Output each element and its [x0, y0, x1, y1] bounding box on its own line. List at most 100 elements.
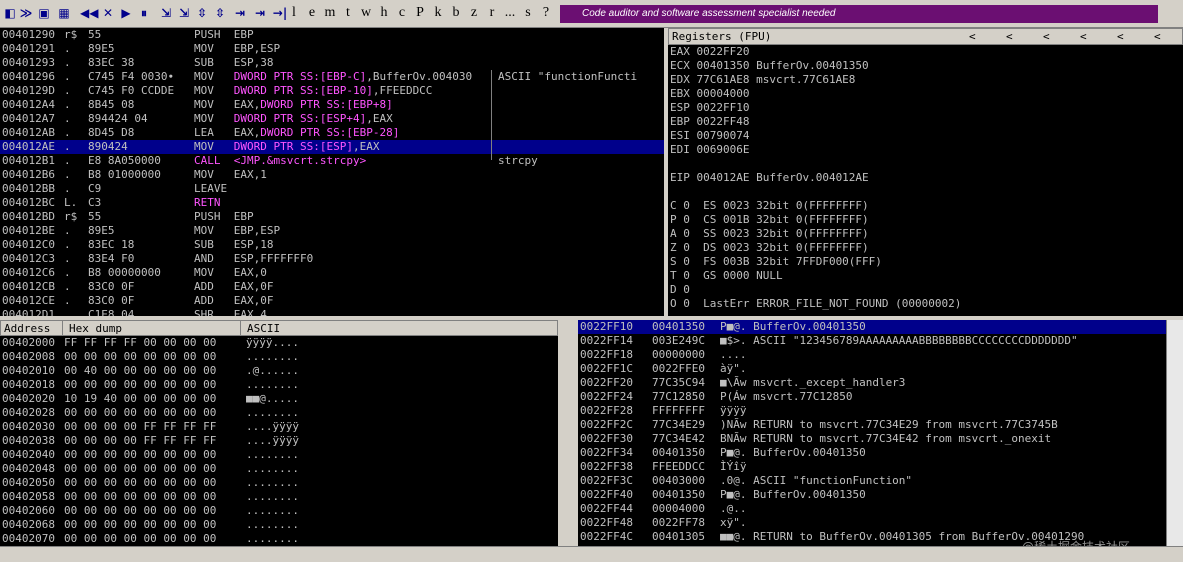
- toolbar-window-6[interactable]: c: [394, 4, 410, 22]
- toolbar-window-9[interactable]: b: [448, 4, 464, 22]
- register-line[interactable]: ESP 0022FF10: [670, 101, 749, 115]
- stack-pane[interactable]: 0022FF10 00401350 P■@. BufferOv.00401350 00…: [578, 320, 1166, 546]
- disasm-row[interactable]: 004012BD r$ 55 PUSH EBP: [0, 210, 664, 224]
- registers-arrow-button[interactable]: <: [1117, 29, 1124, 45]
- disasm-row[interactable]: 004012C3. 83E4 F0 AND ESP,FFFFFFF0: [0, 252, 664, 266]
- toolbar-window-2[interactable]: m: [322, 4, 338, 22]
- toolbar-button-0[interactable]: ◧: [2, 4, 18, 22]
- disasm-row[interactable]: 004012B6. B8 01000000 MOV EAX,1: [0, 168, 664, 182]
- toolbar-window-4[interactable]: w: [358, 4, 374, 22]
- dump-row[interactable]: 00402048 00 00 00 00 00 00 00 00........: [0, 462, 558, 476]
- dump-row[interactable]: 00402070 00 00 00 00 00 00 00 00........: [0, 532, 558, 546]
- toolbar-button-12[interactable]: ⇥: [232, 4, 248, 22]
- disasm-row[interactable]: 00401293. 83EC 38 SUB ESP,38: [0, 56, 664, 70]
- register-line[interactable]: Z 0 DS 0023 32bit 0(FFFFFFFF): [670, 241, 869, 255]
- register-line[interactable]: EBX 00004000: [670, 87, 749, 101]
- dump-row[interactable]: 00402000 FF FF FF FF 00 00 00 00 ÿÿÿÿ....: [0, 336, 558, 350]
- disasm-row[interactable]: 004012BB. C9 LEAVE: [0, 182, 664, 196]
- stack-scrollbar[interactable]: [1166, 320, 1183, 546]
- disasm-row[interactable]: 004012A7. 894424 04 MOV DWORD PTR SS:[ESP…: [0, 112, 664, 126]
- dump-col-ascii[interactable]: ASCII: [247, 321, 280, 337]
- stack-row[interactable]: 0022FF24 77C12850 P(Áw msvcrt.77C12850: [578, 390, 1166, 404]
- dump-row[interactable]: 00402030 00 00 00 00 FF FF FF FF ....ÿÿÿÿ: [0, 420, 558, 434]
- registers-arrow-button[interactable]: <: [1080, 29, 1087, 45]
- stack-row[interactable]: 0022FF44 00004000 .@..: [578, 502, 1166, 516]
- stack-row[interactable]: 0022FF18 00000000....: [578, 348, 1166, 362]
- stack-row[interactable]: 0022FF20 77C35C94 ■\Ãw msvcrt._except_hand…: [578, 376, 1166, 390]
- register-line[interactable]: P 0 CS 001B 32bit 0(FFFFFFFF): [670, 213, 869, 227]
- toolbar-button-13[interactable]: ⇥: [252, 4, 268, 22]
- register-line[interactable]: ESI 00790074: [670, 129, 749, 143]
- dump-row[interactable]: 00402028 00 00 00 00 00 00 00 00........: [0, 406, 558, 420]
- registers-arrow-button[interactable]: <: [969, 29, 976, 45]
- toolbar-button-10[interactable]: ⇳: [194, 4, 210, 22]
- disasm-row[interactable]: 004012D1. C1E8 04 SHR EAX,4: [0, 308, 664, 316]
- disasm-row[interactable]: 00401291. 89E5 MOV EBP,ESP: [0, 42, 664, 56]
- toolbar-button-7[interactable]: ⏸: [136, 4, 152, 22]
- disasm-row[interactable]: 004012CE. 83C0 0F ADD EAX,0F: [0, 294, 664, 308]
- disasm-row[interactable]: 004012C6. B8 00000000 MOV EAX,0: [0, 266, 664, 280]
- dump-row[interactable]: 00402058 00 00 00 00 00 00 00 00........: [0, 490, 558, 504]
- register-line[interactable]: O 0 LastErr ERROR_FILE_NOT_FOUND (000000…: [670, 297, 961, 311]
- toolbar-button-9[interactable]: ⇲: [176, 4, 192, 22]
- toolbar-button-3[interactable]: ▦: [56, 4, 72, 22]
- toolbar-window-0[interactable]: l: [286, 4, 302, 22]
- register-line[interactable]: C 0 ES 0023 32bit 0(FFFFFFFF): [670, 199, 869, 213]
- toolbar-window-11[interactable]: r: [484, 4, 500, 22]
- toolbar-window-14[interactable]: ?: [538, 4, 554, 22]
- toolbar-window-12[interactable]: ...: [502, 4, 518, 22]
- dump-row[interactable]: 00402040 00 00 00 00 00 00 00 00........: [0, 448, 558, 462]
- dump-row[interactable]: 00402018 00 00 00 00 00 00 00 00........: [0, 378, 558, 392]
- dump-row[interactable]: 00402008 00 00 00 00 00 00 00 00........: [0, 350, 558, 364]
- stack-row[interactable]: 0022FF14 003E249C ■$>. ASCII "123456789AAA…: [578, 334, 1166, 348]
- disasm-row[interactable]: 0040129D. C745 F0 CCDDE MOV DWORD PTR SS:…: [0, 84, 664, 98]
- disasm-row[interactable]: 004012C0. 83EC 18 SUB ESP,18: [0, 238, 664, 252]
- toolbar-window-13[interactable]: s: [520, 4, 536, 22]
- dump-row[interactable]: 00402060 00 00 00 00 00 00 00 00........: [0, 504, 558, 518]
- register-line[interactable]: EBP 0022FF48: [670, 115, 749, 129]
- toolbar-button-11[interactable]: ⇳: [212, 4, 228, 22]
- stack-row[interactable]: 0022FF10 00401350 P■@. BufferOv.00401350: [578, 320, 1166, 334]
- stack-row[interactable]: 0022FF1C 0022FFE0 àÿ".: [578, 362, 1166, 376]
- stack-row[interactable]: 0022FF28 FFFFFFFF ÿÿÿÿ: [578, 404, 1166, 418]
- disasm-row[interactable]: 004012AB. 8D45 D8 LEA EAX,DWORD PTR SS:[E…: [0, 126, 664, 140]
- disasm-row[interactable]: 004012A4. 8B45 08 MOV EAX,DWORD PTR SS:[E…: [0, 98, 664, 112]
- register-line[interactable]: EIP 004012AE BufferOv.004012AE: [670, 171, 869, 185]
- toolbar-window-5[interactable]: h: [376, 4, 392, 22]
- register-line[interactable]: EDI 0069006E: [670, 143, 749, 157]
- stack-row[interactable]: 0022FF30 77C34E42 BNÃw RETURN to msvcrt.77…: [578, 432, 1166, 446]
- register-line[interactable]: EDX 77C61AE8 msvcrt.77C61AE8: [670, 73, 855, 87]
- stack-row[interactable]: 0022FF3C 00403000 .0@. ASCII "functionFunc…: [578, 474, 1166, 488]
- registers-arrow-button[interactable]: <: [1006, 29, 1013, 45]
- toolbar-button-2[interactable]: ▣: [36, 4, 52, 22]
- dump-row[interactable]: 00402020 10 19 40 00 00 00 00 00 ■■@.....: [0, 392, 558, 406]
- banner-ad[interactable]: Code auditor and software assessment spe…: [560, 5, 1158, 23]
- disasm-row[interactable]: 004012CB. 83C0 0F ADD EAX,0F: [0, 280, 664, 294]
- registers-arrow-button[interactable]: <: [1154, 29, 1161, 45]
- stack-row[interactable]: 0022FF48 0022FF78 xÿ".: [578, 516, 1166, 530]
- register-line[interactable]: EAX 0022FF20: [670, 45, 749, 59]
- register-line[interactable]: T 0 GS 0000 NULL: [670, 269, 783, 283]
- dump-col-address[interactable]: Address: [4, 321, 50, 337]
- disasm-row[interactable]: 004012B1. E8 8A050000 CALL <JMP.&msvcrt.s…: [0, 154, 664, 168]
- stack-row[interactable]: 0022FF34 00401350 P■@. BufferOv.00401350: [578, 446, 1166, 460]
- toolbar-window-1[interactable]: e: [304, 4, 320, 22]
- disasm-row[interactable]: 004012BE. 89E5 MOV EBP,ESP: [0, 224, 664, 238]
- registers-header[interactable]: Registers (FPU) <<<<<<<<: [668, 28, 1183, 45]
- toolbar-button-4[interactable]: ◀◀: [80, 4, 98, 22]
- toolbar-button-1[interactable]: ≫: [18, 4, 34, 22]
- stack-row[interactable]: 0022FF2C 77C34E29)NÃw RETURN to msvcrt.77…: [578, 418, 1166, 432]
- dump-row[interactable]: 00402068 00 00 00 00 00 00 00 00........: [0, 518, 558, 532]
- toolbar-window-3[interactable]: t: [340, 4, 356, 22]
- stack-row[interactable]: 0022FF38 FFEEDDCC ÌÝîÿ: [578, 460, 1166, 474]
- stack-row[interactable]: 0022FF40 00401350 P■@. BufferOv.00401350: [578, 488, 1166, 502]
- disassembly-pane[interactable]: 00401290 r$ 55 PUSH EBP 00401291. 89E5 MOV EB…: [0, 28, 664, 316]
- register-line[interactable]: ECX 00401350 BufferOv.00401350: [670, 59, 869, 73]
- toolbar-button-8[interactable]: ⇲: [158, 4, 174, 22]
- disasm-row[interactable]: 004012BC L. C3 RETN: [0, 196, 664, 210]
- disasm-row[interactable]: 00401296. C745 F4 0030∙ MOV DWORD PTR SS:…: [0, 70, 664, 84]
- hex-dump-pane[interactable]: 00402000 FF FF FF FF 00 00 00 00 ÿÿÿÿ.... 0…: [0, 336, 558, 546]
- toolbar-window-8[interactable]: k: [430, 4, 446, 22]
- disasm-row[interactable]: 00401290 r$ 55 PUSH EBP: [0, 28, 664, 42]
- register-line[interactable]: A 0 SS 0023 32bit 0(FFFFFFFF): [670, 227, 869, 241]
